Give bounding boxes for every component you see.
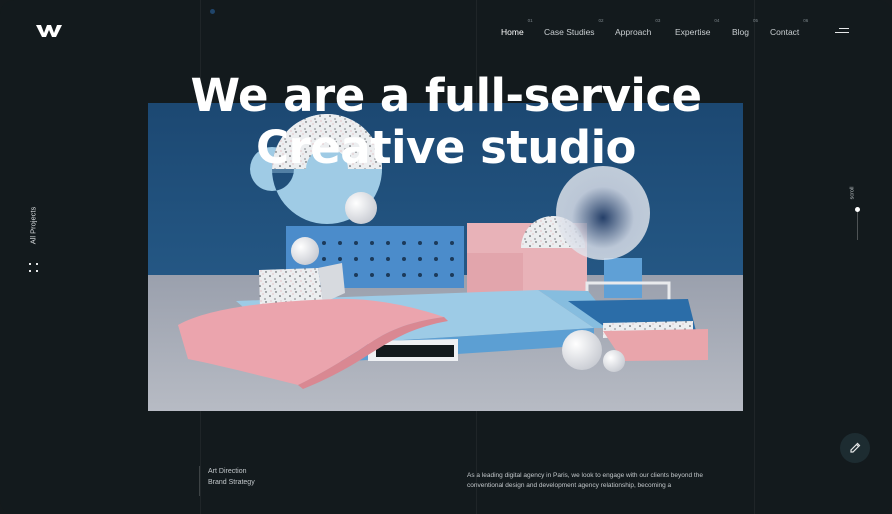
nav-item-label: Expertise [675, 27, 711, 37]
nav-item-number: 05 [753, 18, 759, 23]
nav-item-number: 02 [598, 18, 604, 23]
nav-item-label: Blog [732, 27, 750, 37]
services-list: Art Direction Brand Strategy [199, 466, 255, 496]
nav-item-contact[interactable]: 06 Contact [770, 18, 808, 37]
service-item: Art Direction [208, 468, 247, 475]
scroll-label: scroll [849, 186, 856, 200]
all-projects-label: All Projects [28, 206, 38, 245]
nav-item-label: Case Studies [544, 27, 595, 37]
nav-item-blog[interactable]: 05 Blog [732, 18, 758, 37]
service-item: Brand Strategy [208, 479, 255, 486]
nav-item-home[interactable]: 01 Home [501, 18, 533, 37]
headline-line-2: Creative studio [256, 121, 636, 174]
pencil-icon [850, 442, 861, 453]
main-nav: 01 Home 02 Case Studies 03 Approach 04 E… [0, 18, 892, 42]
hamburger-icon[interactable] [835, 28, 849, 34]
scroll-dot [855, 207, 860, 212]
edit-button[interactable] [840, 433, 870, 463]
nav-item-label: Home [501, 27, 524, 37]
nav-item-number: 04 [714, 18, 720, 23]
scroll-track [857, 208, 858, 240]
all-projects-link[interactable]: All Projects [27, 204, 39, 250]
scroll-indicator[interactable]: scroll [849, 186, 864, 240]
nav-item-expertise[interactable]: 04 Expertise [675, 18, 719, 37]
accent-dot [210, 9, 215, 14]
nav-item-case-studies[interactable]: 02 Case Studies [544, 18, 604, 37]
nav-item-label: Contact [770, 27, 800, 37]
nav-item-approach[interactable]: 03 Approach [615, 18, 660, 37]
headline-line-1: We are a full-service [190, 69, 702, 122]
grid-icon[interactable] [29, 263, 38, 272]
about-paragraph: As a leading digital agency in Paris, we… [467, 472, 703, 489]
nav-item-number: 01 [527, 18, 533, 23]
nav-item-number: 03 [655, 18, 661, 23]
hero-headline: We are a full-service Creative studio [0, 70, 892, 174]
nav-item-label: Approach [615, 27, 652, 37]
nav-item-number: 06 [803, 18, 809, 23]
page-frame: 01 Home 02 Case Studies 03 Approach 04 E… [0, 0, 892, 514]
